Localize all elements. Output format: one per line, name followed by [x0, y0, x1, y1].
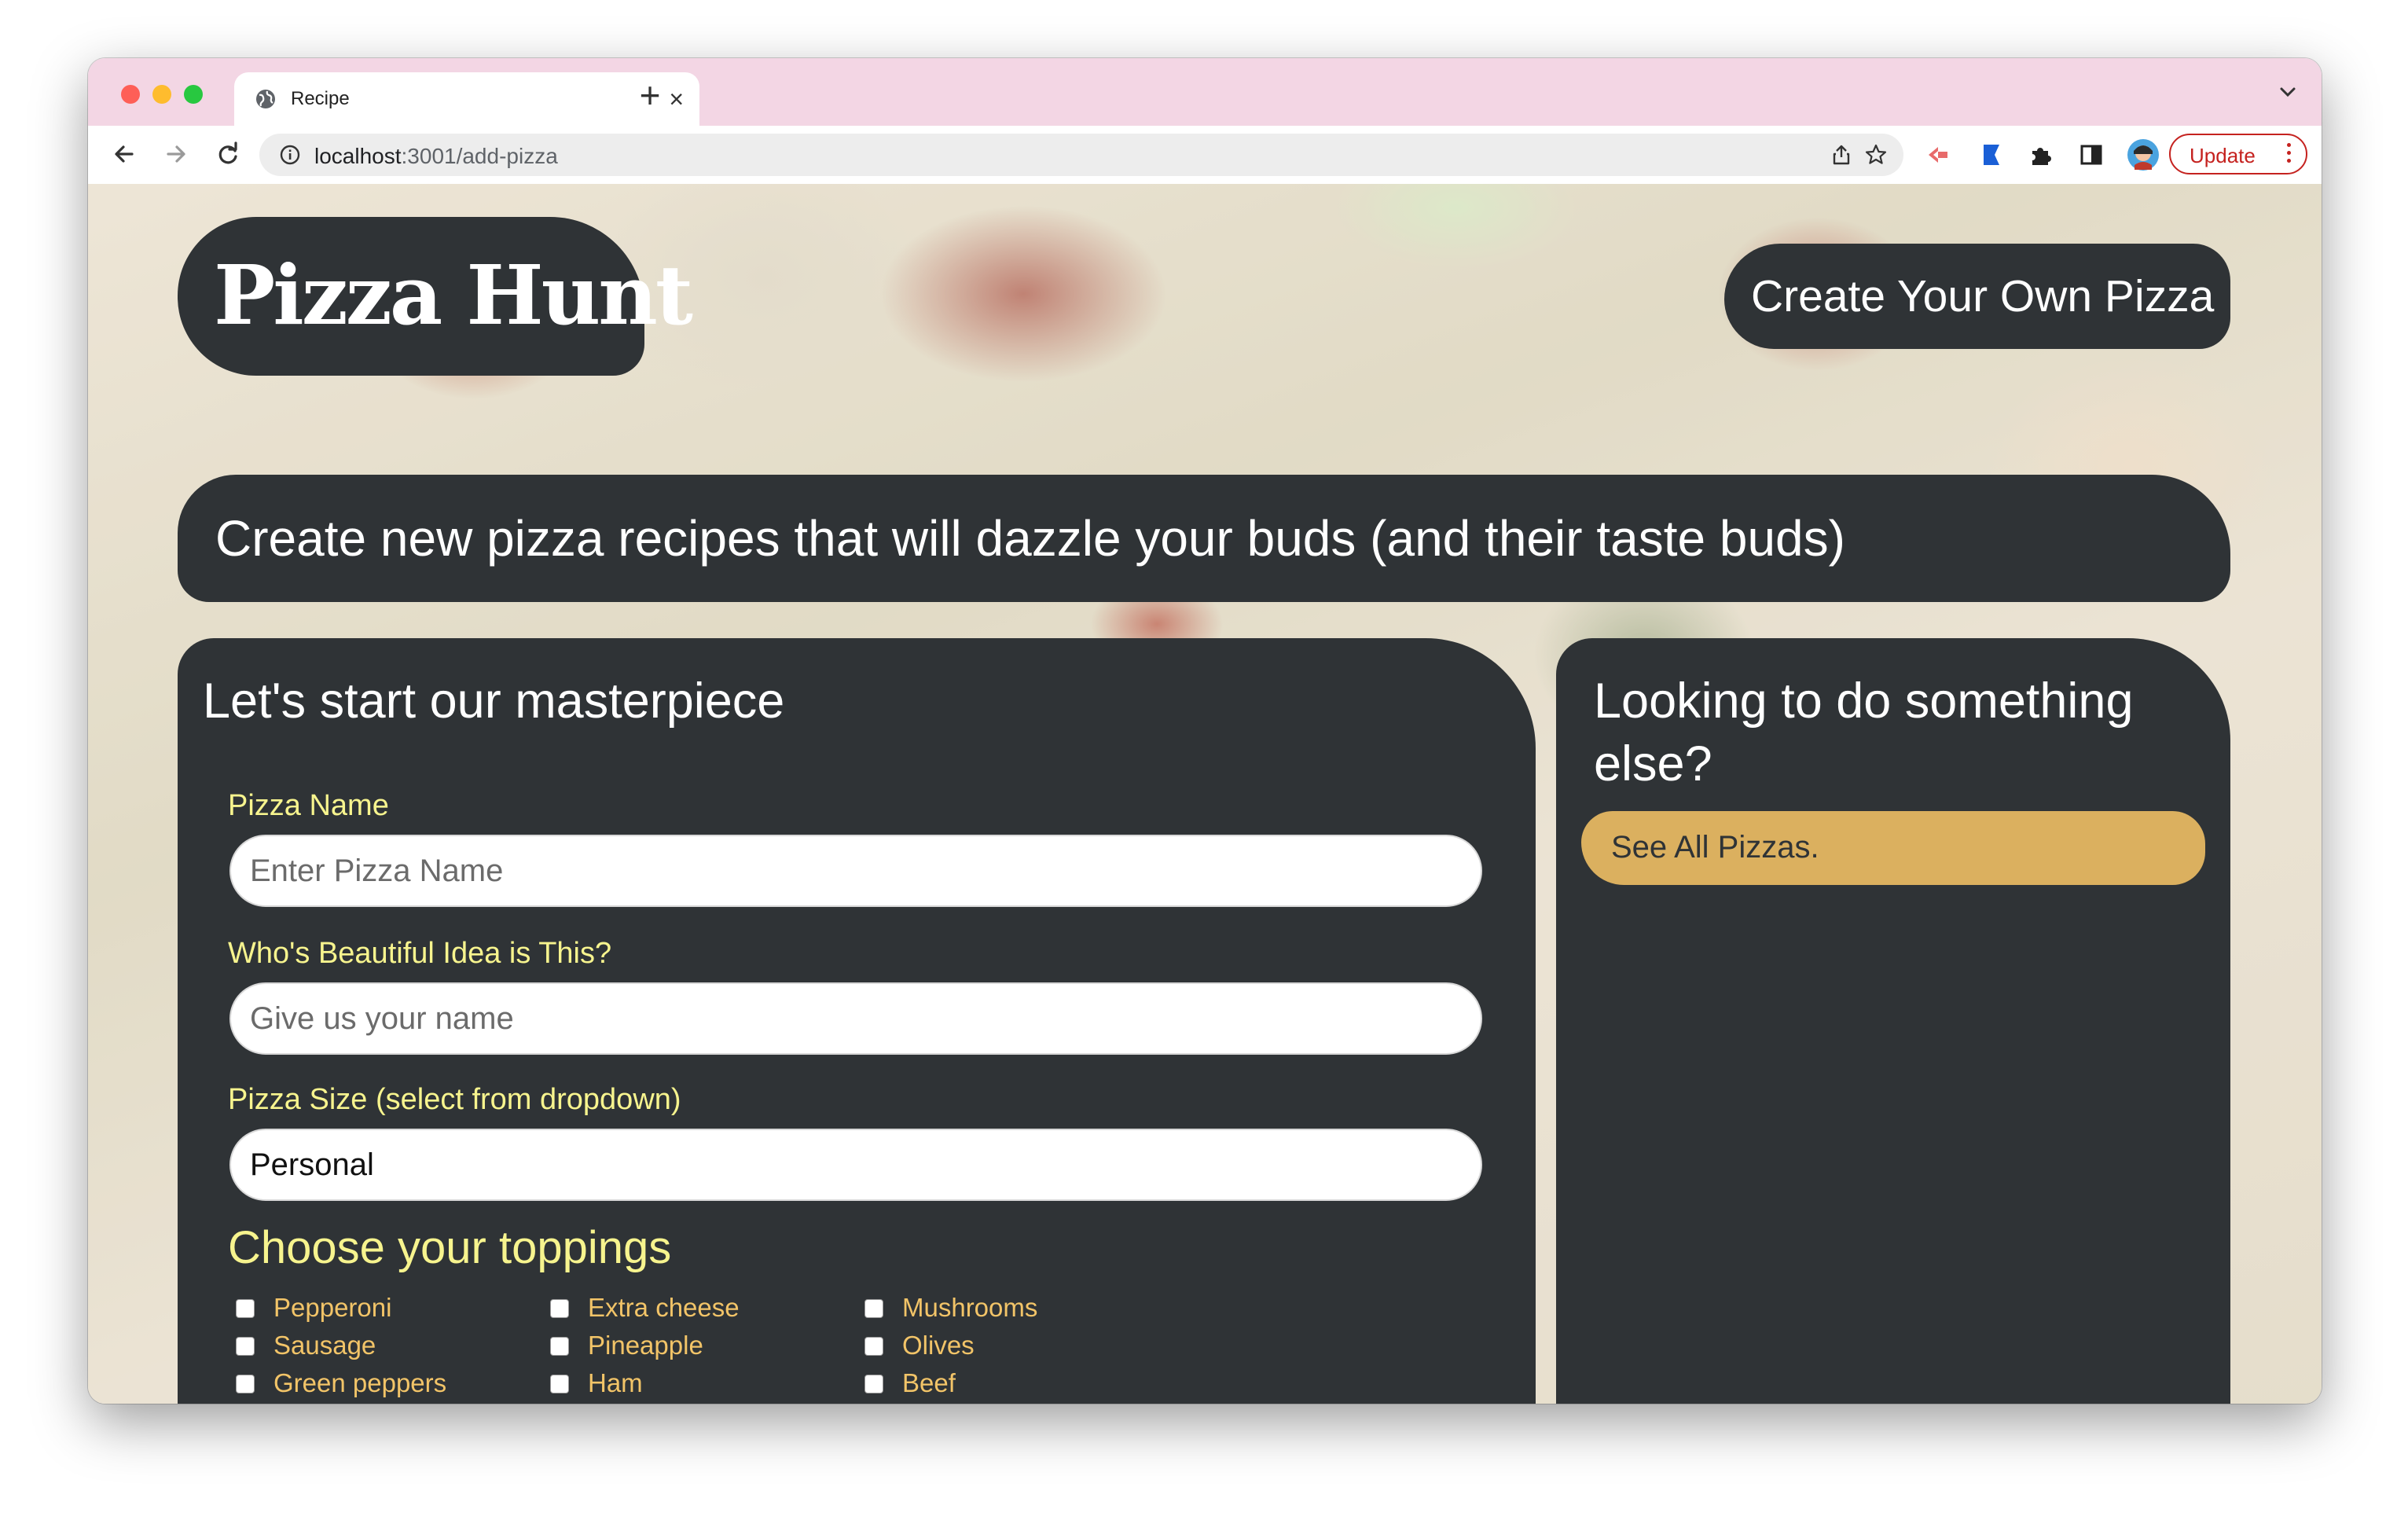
- star-icon[interactable]: [1864, 143, 1888, 167]
- tab-strip: Recipe × +: [88, 58, 2322, 126]
- page-content: Pizza Hunt Create Your Own Pizza Create …: [88, 184, 2322, 1404]
- side-panel-icon[interactable]: [2078, 141, 2105, 168]
- reload-icon[interactable]: [212, 138, 244, 170]
- pizza-size-select[interactable]: Personal: [229, 1129, 1482, 1201]
- update-label: Update: [2190, 144, 2256, 167]
- topping-checkbox[interactable]: [550, 1375, 569, 1393]
- tab-title: Recipe: [291, 88, 350, 109]
- create-pizza-label: Create Your Own Pizza: [1751, 271, 2215, 321]
- see-all-pizzas-button[interactable]: See All Pizzas.: [1581, 811, 2205, 885]
- topping-label: Beef: [902, 1368, 956, 1397]
- topping-checkbox[interactable]: [236, 1337, 255, 1356]
- chevron-down-icon[interactable]: [2274, 79, 2301, 105]
- topping-label: Pepperoni: [273, 1293, 392, 1322]
- create-pizza-button[interactable]: Create Your Own Pizza: [1724, 244, 2230, 349]
- more-menu-icon[interactable]: [2287, 143, 2292, 167]
- hero-tagline: Create new pizza recipes that will dazzl…: [215, 510, 1845, 567]
- site-logo: Pizza Hunt: [214, 247, 693, 343]
- topping-checkbox[interactable]: [550, 1299, 569, 1318]
- puzzle-icon[interactable]: [2028, 141, 2054, 168]
- new-tab-button[interactable]: +: [630, 75, 670, 115]
- topping-label: Sausage: [273, 1331, 376, 1360]
- topping-checkbox[interactable]: [864, 1375, 883, 1393]
- hero-banner: Create new pizza recipes that will dazzl…: [178, 475, 2230, 602]
- topping-label: Ham: [588, 1368, 643, 1397]
- form-heading: Let's start our masterpiece: [203, 674, 785, 729]
- see-all-pizzas-label: See All Pizzas.: [1611, 830, 1819, 865]
- creator-name-input[interactable]: Give us your name: [229, 982, 1482, 1055]
- pizza-name-label: Pizza Name: [228, 789, 389, 822]
- topping-label: Olives: [902, 1331, 975, 1360]
- pizza-size-label: Pizza Size (select from dropdown): [228, 1083, 681, 1116]
- extension-blue-icon[interactable]: [1977, 141, 2004, 168]
- navigation-sidebar: Looking to do something else? See All Pi…: [1556, 638, 2230, 1404]
- topping-label: Mushrooms: [902, 1293, 1038, 1322]
- update-button[interactable]: Update: [2169, 134, 2307, 174]
- logo-banner[interactable]: Pizza Hunt: [178, 217, 693, 376]
- globe-icon: [256, 90, 275, 108]
- share-icon[interactable]: [1830, 143, 1853, 167]
- topping-checkbox[interactable]: [864, 1299, 883, 1318]
- url-text: localhost:3001/add-pizza: [314, 144, 558, 168]
- toppings-heading: Choose your toppings: [228, 1222, 672, 1273]
- add-pizza-form: Let's start our masterpiece Pizza Name E…: [178, 638, 1536, 1404]
- topping-checkbox[interactable]: [864, 1337, 883, 1356]
- browser-toolbar: localhost:3001/add-pizza Update: [88, 126, 2322, 185]
- maximize-window-button[interactable]: [184, 85, 203, 104]
- topping-checkbox[interactable]: [550, 1337, 569, 1356]
- sidebar-heading-line2: else?: [1594, 736, 1712, 791]
- topping-checkbox[interactable]: [236, 1375, 255, 1393]
- minimize-window-button[interactable]: [152, 85, 171, 104]
- info-icon[interactable]: [278, 143, 302, 167]
- browser-window: Recipe × + localhost:3001/add-pizza Upda…: [88, 58, 2322, 1404]
- forward-arrow-icon[interactable]: [160, 138, 192, 170]
- topping-label: Extra cheese: [588, 1293, 740, 1322]
- back-arrow-icon[interactable]: [108, 138, 140, 170]
- profile-avatar-icon[interactable]: [2127, 138, 2160, 171]
- topping-label: Pineapple: [588, 1331, 703, 1360]
- tab-close-button[interactable]: ×: [669, 83, 684, 115]
- topping-label: Green peppers: [273, 1368, 447, 1397]
- sidebar-heading-line1: Looking to do something: [1594, 674, 2134, 729]
- creator-name-label: Who's Beautiful Idea is This?: [228, 937, 612, 970]
- pizza-name-input[interactable]: Enter Pizza Name: [229, 835, 1482, 907]
- address-bar[interactable]: localhost:3001/add-pizza: [259, 134, 1903, 176]
- topping-checkbox[interactable]: [236, 1299, 255, 1318]
- close-window-button[interactable]: [121, 85, 140, 104]
- extension-red-icon[interactable]: [1925, 141, 1952, 168]
